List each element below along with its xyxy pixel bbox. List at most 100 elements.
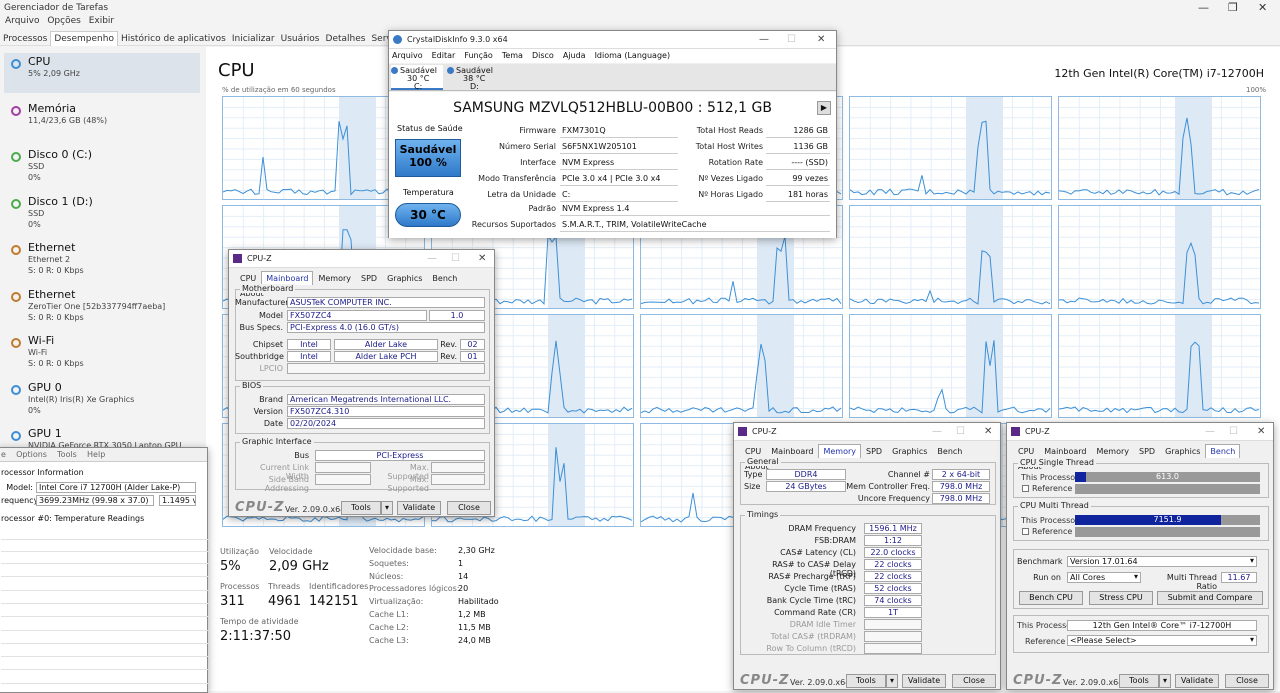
mem-tools-button[interactable]: Tools <box>846 674 886 688</box>
device-item[interactable]: Disco 0 (C:) SSD 0% <box>4 146 200 186</box>
crystal-menu-item[interactable]: Ajuda <box>563 51 586 60</box>
tab-desempenho[interactable]: Desempenho <box>50 31 118 46</box>
tools-dropdown-button[interactable]: ▾ <box>381 501 393 515</box>
tab-usuarios[interactable]: Usuários <box>278 32 323 46</box>
multi-reference-checkbox[interactable] <box>1022 528 1029 535</box>
hwinfo-menu-file[interactable]: e <box>1 450 6 459</box>
spec-label: Cache L3: <box>369 635 409 645</box>
mem-tools-dropdown-button[interactable]: ▾ <box>886 674 898 688</box>
mem-validate-button[interactable]: Validate <box>902 674 946 688</box>
device-item[interactable]: Ethernet Ethernet 2 S: 0 R: 0 Kbps <box>4 239 200 279</box>
hwinfo-section-temps: rocessor #0: Temperature Readings <box>1 514 145 523</box>
benchmark-select[interactable]: Version 17.01.64 <box>1067 556 1257 567</box>
cpuz-tab[interactable]: Memory <box>313 271 356 286</box>
device-item[interactable]: Ethernet ZeroTier One [52b337794ff7aeba] S… <box>4 286 200 326</box>
device-item[interactable]: CPU 5% 2,09 GHz <box>4 53 200 93</box>
crystal-attr-label: Letra da Unidade <box>487 190 556 199</box>
reference-select[interactable]: <Please Select> <box>1067 635 1257 646</box>
hwinfo-menu-help[interactable]: Help <box>87 450 105 459</box>
benchmark-chevron-down-icon[interactable]: ▾ <box>1250 556 1254 565</box>
cpuz-tab[interactable]: Bench <box>427 271 462 286</box>
bios-date-field: 02/20/2024 <box>287 418 485 429</box>
validate-button[interactable]: Validate <box>397 501 441 515</box>
device-detail: Wi-Fi <box>28 348 48 357</box>
cpuz-bench-close-icon[interactable]: ✕ <box>1257 426 1265 437</box>
hwinfo-menu-tools[interactable]: Tools <box>57 450 77 459</box>
crystal-menu-item[interactable]: Editar <box>432 51 456 60</box>
restore-icon[interactable]: ❐ <box>1228 1 1238 14</box>
single-reference-label: Reference <box>1032 484 1073 493</box>
next-drive-button[interactable]: ▶ <box>817 101 831 115</box>
cpuz-tab[interactable]: Mainboard <box>1039 444 1091 459</box>
tools-button[interactable]: Tools <box>341 501 381 515</box>
bench-validate-button[interactable]: Validate <box>1175 674 1219 688</box>
drive-tab-d[interactable]: Saudável 38 °C D: <box>445 65 497 91</box>
lpcio-field <box>287 363 485 374</box>
crystal-menu-item[interactable]: Disco <box>532 51 554 60</box>
tab-detalhes[interactable]: Detalhes <box>323 32 369 46</box>
crystal-close-icon[interactable]: ✕ <box>817 34 825 45</box>
reference-chevron-down-icon[interactable]: ▾ <box>1250 635 1254 644</box>
crystal-menu-item[interactable]: Tema <box>502 51 523 60</box>
drive-tab-c[interactable]: Saudável 30 °C C: <box>391 65 443 91</box>
cpuz-tab[interactable]: SPD <box>861 444 887 459</box>
menu-arquivo[interactable]: Arquivo <box>5 16 39 26</box>
device-item[interactable]: GPU 0 Intel(R) Iris(R) Xe Graphics 0% <box>4 379 200 419</box>
cpuz-tab[interactable]: Memory <box>818 444 862 458</box>
cpuz-tab[interactable]: SPD <box>1134 444 1160 459</box>
single-thread-bar: 613.0 <box>1075 472 1260 482</box>
runon-chevron-down-icon[interactable]: ▾ <box>1134 572 1138 581</box>
crystal-menu-item[interactable]: Arquivo <box>392 51 423 60</box>
crystal-menu-item[interactable]: Idioma (Language) <box>595 51 671 60</box>
cpuz-tab[interactable]: Graphics <box>1160 444 1205 459</box>
tab-inicializar[interactable]: Inicializar <box>229 32 278 46</box>
cpuz-mb-close-icon[interactable]: ✕ <box>478 253 486 264</box>
proc-stat-label: Processos <box>220 582 260 591</box>
hwinfo-menu-options[interactable]: Options <box>16 450 47 459</box>
runon-select[interactable]: All Cores <box>1067 572 1141 583</box>
menu-exibir[interactable]: Exibir <box>89 16 114 26</box>
cpuz-mem-close-icon[interactable]: ✕ <box>984 426 992 437</box>
menu-opcoes[interactable]: Opções <box>47 16 80 26</box>
bench-tools-button[interactable]: Tools <box>1119 674 1159 688</box>
crystal-maximize-icon[interactable]: ☐ <box>787 34 796 45</box>
device-item[interactable]: Memória 11,4/23,6 GB (48%) <box>4 100 200 140</box>
crystal-attr-value: C: <box>560 188 678 202</box>
stress-cpu-button[interactable]: Stress CPU <box>1089 591 1153 605</box>
minimize-icon[interactable]: — <box>1198 1 1209 14</box>
cpuz-bench-maximize-icon[interactable]: ☐ <box>1229 426 1238 437</box>
mem-close-button[interactable]: Close <box>952 674 996 688</box>
cpuz-mem-version: Ver. 2.09.0.x64 <box>790 678 851 687</box>
crystal-attr-label: Número Serial <box>499 142 556 151</box>
single-reference-checkbox[interactable] <box>1022 485 1029 492</box>
crystal-menu-item[interactable]: Função <box>464 51 493 60</box>
submit-compare-button[interactable]: Submit and Compare <box>1157 591 1263 605</box>
cpuz-mb-maximize-icon[interactable]: ☐ <box>451 253 460 264</box>
cpuz-bench-minimize-icon[interactable]: — <box>1205 426 1215 437</box>
device-item[interactable]: Disco 1 (D:) SSD 0% <box>4 193 200 233</box>
cpuz-tab[interactable]: Mainboard <box>261 271 314 285</box>
cpuz-tab[interactable]: CPU <box>1013 444 1039 459</box>
cpuz-tab[interactable]: Graphics <box>382 271 427 286</box>
cpuz-mem-maximize-icon[interactable]: ☐ <box>956 426 965 437</box>
spec-label: Virtualização: <box>369 597 424 607</box>
cpuz-tab[interactable]: SPD <box>356 271 382 286</box>
cpuz-mem-minimize-icon[interactable]: — <box>932 426 942 437</box>
cpuz-tab[interactable]: Graphics <box>887 444 932 459</box>
close-icon[interactable]: ✕ <box>1258 1 1267 14</box>
cpuz-mb-minimize-icon[interactable]: — <box>427 253 437 264</box>
bench-tools-dropdown-button[interactable]: ▾ <box>1159 674 1171 688</box>
timing-label: Cycle Time (tRAS) <box>784 584 856 593</box>
timing-value: 22 clocks <box>864 571 922 582</box>
cpuz-tab[interactable]: Bench <box>932 444 967 459</box>
device-item[interactable]: Wi-Fi Wi-Fi S: 0 R: 0 Kbps <box>4 332 200 372</box>
crystal-minimize-icon[interactable]: — <box>759 34 769 45</box>
core-graph-line <box>850 315 1051 417</box>
bench-close-button[interactable]: Close <box>1225 674 1269 688</box>
bench-cpu-button[interactable]: Bench CPU <box>1019 591 1083 605</box>
cpuz-tab[interactable]: Bench <box>1205 444 1241 458</box>
cpuz-tab[interactable]: Memory <box>1091 444 1134 459</box>
tab-processos[interactable]: Processos <box>0 32 50 46</box>
tab-historico[interactable]: Histórico de aplicativos <box>118 32 229 46</box>
close-button[interactable]: Close <box>447 501 491 515</box>
